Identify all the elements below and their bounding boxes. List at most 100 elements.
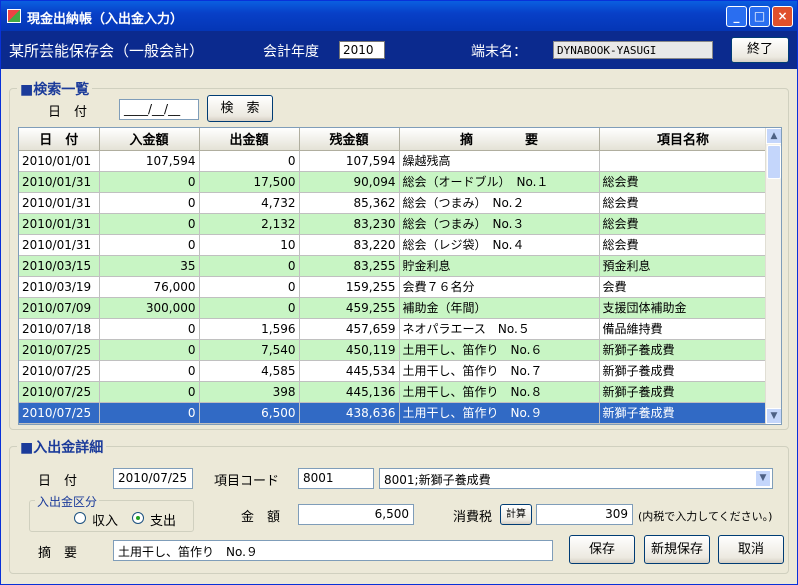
table-cell: 83,220 <box>299 234 400 256</box>
table-cell: 総会費 <box>599 192 768 214</box>
new-save-button[interactable]: 新規保存 <box>644 535 710 564</box>
scroll-up-icon[interactable]: ▲ <box>766 128 781 144</box>
table-cell: 2010/07/18 <box>19 318 100 340</box>
tax-note: (内税で入力してください。) <box>638 510 773 523</box>
column-header[interactable]: 残金額 <box>299 128 400 151</box>
table-cell: 新獅子養成費 <box>599 339 768 361</box>
table-row[interactable]: 2010/01/31 0 10 83,220 総会（レジ袋） No.４ 総会費 <box>19 234 768 256</box>
table-cell: 0 <box>99 171 200 193</box>
fiscal-year-field[interactable]: 2010 <box>339 41 385 59</box>
minimize-button[interactable]: _ <box>726 6 747 27</box>
amount-input[interactable]: 6,500 <box>298 504 414 525</box>
close-button[interactable]: × <box>772 6 793 27</box>
table-cell: 2010/07/25 <box>19 402 100 424</box>
table-cell: 85,362 <box>299 192 400 214</box>
column-header[interactable]: 項目名称 <box>599 128 768 151</box>
table-row[interactable]: 2010/07/09 300,000 0 459,255 補助金（年間） 支援団体補助金 <box>19 297 768 319</box>
detail-date-input[interactable]: 2010/07/25 <box>113 468 193 489</box>
item-code-label: 項目コード <box>214 474 280 489</box>
table-cell: 457,659 <box>299 318 400 340</box>
transactions-grid[interactable]: 日 付入金額 出金額 残金額摘 要項目名称 2010/01/01 107,594 0 10… <box>18 127 782 425</box>
app-icon <box>7 9 21 23</box>
table-cell: 土用干し、笛作り No.７ <box>399 360 600 382</box>
table-cell: 6,500 <box>199 402 300 424</box>
table-cell: 総会（レジ袋） No.４ <box>399 234 600 256</box>
save-button[interactable]: 保存 <box>569 535 635 564</box>
cancel-button[interactable]: 取消 <box>718 535 784 564</box>
column-header[interactable]: 出金額 <box>199 128 300 151</box>
detail-group-title: ■入出金詳細 <box>17 437 107 457</box>
table-cell: 2010/07/09 <box>19 297 100 319</box>
memo-label: 摘 要 <box>38 546 78 561</box>
organization-name: 某所芸能保存会（一般会計） <box>9 42 205 60</box>
tax-label: 消費税 <box>453 510 493 525</box>
table-cell: 4,585 <box>199 360 300 382</box>
scroll-thumb[interactable] <box>767 145 781 179</box>
table-cell: 7,540 <box>199 339 300 361</box>
table-row[interactable]: 2010/01/31 0 2,132 83,230 総会（つまみ） No.３ 総会費 <box>19 213 768 235</box>
calc-button[interactable]: 計算 <box>500 504 532 525</box>
scroll-down-icon[interactable]: ▼ <box>766 408 781 424</box>
exit-button[interactable]: 終了 <box>731 37 789 63</box>
income-radio[interactable] <box>74 512 86 524</box>
column-header[interactable]: 摘 要 <box>399 128 600 151</box>
table-cell: 0 <box>99 339 200 361</box>
table-cell: 159,255 <box>299 276 400 298</box>
table-cell: 貯金利息 <box>399 255 600 277</box>
table-cell: 0 <box>99 234 200 256</box>
table-cell: 0 <box>99 213 200 235</box>
table-cell: 0 <box>99 402 200 424</box>
maximize-button[interactable]: □ <box>749 6 770 27</box>
table-row[interactable]: 2010/07/25 0 6,500 438,636 土用干し、笛作り No.９ 新獅子養… <box>19 402 768 424</box>
table-cell: 2010/03/19 <box>19 276 100 298</box>
table-row[interactable]: 2010/01/31 0 17,500 90,094 総会（オードブル） No.１ 総会費 <box>19 171 768 193</box>
kubun-label: 入出金区分 <box>35 493 100 510</box>
table-cell: 17,500 <box>199 171 300 193</box>
table-cell: 35 <box>99 255 200 277</box>
table-cell: 2010/07/25 <box>19 381 100 403</box>
table-row[interactable]: 2010/03/15 35 0 83,255 貯金利息 預金利息 <box>19 255 768 277</box>
expense-radio[interactable] <box>132 512 144 524</box>
column-header[interactable]: 入金額 <box>99 128 200 151</box>
item-select-value: 8001;新獅子養成費 <box>384 473 491 487</box>
tax-input[interactable]: 309 <box>536 504 633 525</box>
column-header[interactable]: 日 付 <box>19 128 100 151</box>
table-cell: 総会（つまみ） No.２ <box>399 192 600 214</box>
memo-input[interactable]: 土用干し、笛作り No.９ <box>113 540 553 561</box>
item-select[interactable]: 8001;新獅子養成費 ▼ <box>379 468 773 489</box>
item-code-input[interactable]: 8001 <box>298 468 374 489</box>
table-row[interactable]: 2010/01/31 0 4,732 85,362 総会（つまみ） No.２ 総会費 <box>19 192 768 214</box>
table-cell: 76,000 <box>99 276 200 298</box>
table-cell: 90,094 <box>299 171 400 193</box>
table-cell: 0 <box>199 255 300 277</box>
detail-date-label: 日 付 <box>38 474 78 489</box>
amount-label: 金 額 <box>241 510 281 525</box>
window-title: 現金出納帳（入出金入力） <box>27 12 184 27</box>
table-row[interactable]: 2010/07/25 0 7,540 450,119 土用干し、笛作り No.６ 新獅子養… <box>19 339 768 361</box>
table-row[interactable]: 2010/03/19 76,000 0 159,255 会費７６名分 会費 <box>19 276 768 298</box>
table-cell: 438,636 <box>299 402 400 424</box>
chevron-down-icon[interactable]: ▼ <box>755 470 771 487</box>
header-bar: 某所芸能保存会（一般会計） 会計年度 2010 端末名： DYNABOOK-YA… <box>1 31 797 69</box>
fiscal-year-label: 会計年度 <box>263 44 319 60</box>
table-cell: 0 <box>99 318 200 340</box>
table-row[interactable]: 2010/07/25 0 398 445,136 土用干し、笛作り No.８ 新獅子養成費 <box>19 381 768 403</box>
table-cell: 預金利息 <box>599 255 768 277</box>
table-cell: 0 <box>99 360 200 382</box>
grid-scrollbar[interactable]: ▲ ▼ <box>765 128 781 424</box>
table-row[interactable]: 2010/07/18 0 1,596 457,659 ネオパラエース No.５ 備品維持費 <box>19 318 768 340</box>
table-cell: 0 <box>99 381 200 403</box>
search-date-input[interactable]: ____/__/__ <box>119 99 199 120</box>
table-cell: 445,136 <box>299 381 400 403</box>
table-cell <box>599 150 768 172</box>
table-cell: 107,594 <box>299 150 400 172</box>
table-cell: 459,255 <box>299 297 400 319</box>
table-cell: 会費 <box>599 276 768 298</box>
table-cell: 補助金（年間） <box>399 297 600 319</box>
table-row[interactable]: 2010/07/25 0 4,585 445,534 土用干し、笛作り No.７ 新獅子養… <box>19 360 768 382</box>
table-cell: 300,000 <box>99 297 200 319</box>
terminal-field: DYNABOOK-YASUGI <box>553 41 713 59</box>
table-cell: 2010/03/15 <box>19 255 100 277</box>
search-button[interactable]: 検 索 <box>207 95 273 122</box>
table-row[interactable]: 2010/01/01 107,594 0 107,594 繰越残高 <box>19 150 768 172</box>
